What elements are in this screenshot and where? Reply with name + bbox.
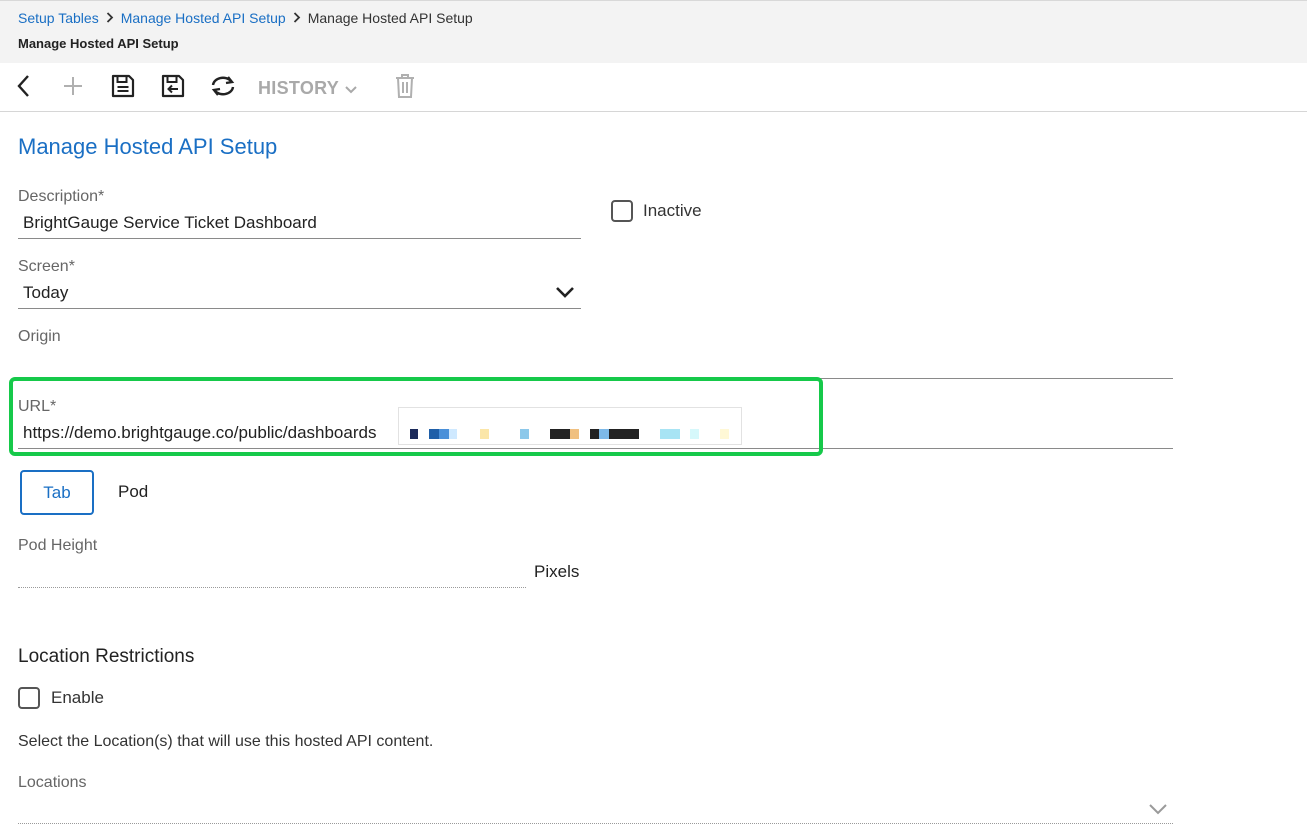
description-input[interactable]: BrightGauge Service Ticket Dashboard	[23, 213, 317, 233]
locations-underline	[18, 823, 1173, 824]
add-button[interactable]	[60, 75, 86, 101]
pod-option-button[interactable]: Pod	[118, 482, 148, 502]
location-note: Select the Location(s) that will use thi…	[18, 733, 434, 750]
enable-checkbox[interactable]	[18, 687, 40, 709]
inactive-label: Inactive	[643, 201, 702, 220]
save-button[interactable]	[109, 73, 137, 104]
history-label: HISTORY	[258, 77, 340, 98]
save-and-close-button[interactable]	[159, 73, 187, 104]
delete-button[interactable]	[392, 73, 418, 104]
description-label: Description*	[18, 188, 105, 205]
chevron-down-icon[interactable]	[1148, 802, 1168, 820]
screen-underline	[18, 308, 581, 309]
origin-label: Origin	[18, 328, 61, 345]
pod-height-input[interactable]	[23, 562, 523, 584]
save-icon	[110, 73, 136, 104]
back-button[interactable]	[12, 74, 36, 103]
pod-height-unit: Pixels	[534, 562, 580, 581]
locations-label: Locations	[18, 774, 87, 791]
url-highlight-box	[9, 377, 823, 456]
locations-select[interactable]	[18, 795, 1173, 821]
breadcrumb-manage-hosted-api-setup[interactable]: Manage Hosted API Setup	[121, 10, 286, 26]
section-title: Manage Hosted API Setup	[18, 134, 278, 159]
back-arrow-icon	[16, 74, 32, 103]
origin-input[interactable]	[23, 353, 1163, 375]
header-area: Setup Tables Manage Hosted API Setup Man…	[0, 0, 1307, 63]
toolbar: HISTORY	[0, 63, 1307, 112]
location-restrictions-heading: Location Restrictions	[18, 646, 195, 667]
breadcrumb-current: Manage Hosted API Setup	[307, 10, 473, 26]
breadcrumb: Setup Tables Manage Hosted API Setup Man…	[18, 10, 473, 26]
page-subtitle: Manage Hosted API Setup	[18, 36, 179, 51]
pod-height-label: Pod Height	[18, 537, 98, 554]
chevron-down-icon	[345, 78, 357, 99]
chevron-right-icon	[293, 11, 301, 26]
pod-height-underline	[18, 587, 526, 588]
refresh-button[interactable]	[208, 75, 238, 101]
refresh-icon	[209, 74, 237, 103]
breadcrumb-setup-tables[interactable]: Setup Tables	[18, 10, 99, 26]
screen-label: Screen*	[18, 258, 75, 275]
history-dropdown[interactable]: HISTORY	[258, 75, 357, 101]
screen-select[interactable]: Today	[23, 283, 68, 303]
tab-option-button[interactable]: Tab	[20, 470, 94, 515]
chevron-right-icon	[106, 11, 114, 26]
trash-icon	[394, 73, 416, 104]
description-underline	[18, 238, 581, 239]
chevron-down-icon[interactable]	[555, 286, 575, 304]
enable-label: Enable	[51, 688, 104, 707]
save-close-icon	[160, 73, 186, 104]
inactive-checkbox[interactable]	[611, 200, 633, 222]
plus-icon	[62, 75, 84, 102]
